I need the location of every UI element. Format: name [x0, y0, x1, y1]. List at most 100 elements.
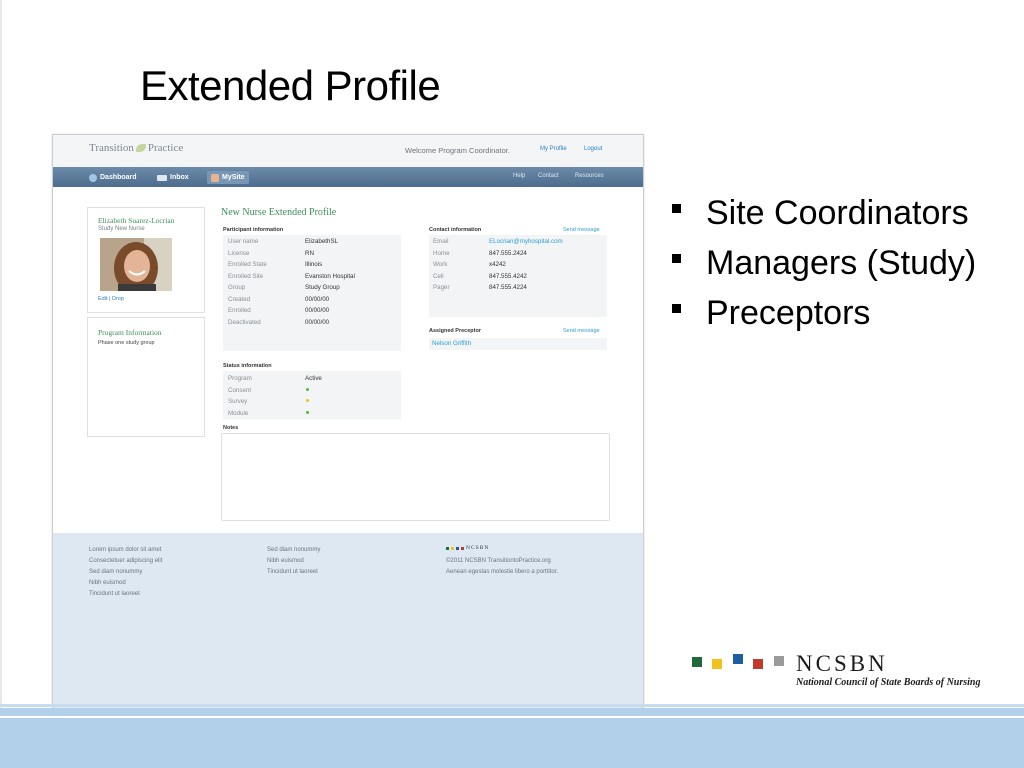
- participant-label: Group: [228, 284, 246, 291]
- slide-left-rule: [0, 0, 2, 768]
- footer-text: Aenean egestas molestie libero a porttit…: [446, 569, 559, 575]
- contact-value: x4242: [489, 261, 506, 268]
- bullet-marker: [672, 254, 681, 263]
- footer-link[interactable]: Lorem ipsum dolor sit amet: [89, 545, 162, 556]
- footer-link[interactable]: Tincidunt ut laoreet: [89, 589, 162, 600]
- nav-mysite-label: MySite: [222, 174, 245, 181]
- contact-send-message-link[interactable]: Send message: [563, 227, 600, 233]
- status-dot-icon: [306, 410, 309, 414]
- footer-link[interactable]: Nibh euismod: [89, 578, 162, 589]
- status-label: Module: [228, 409, 249, 417]
- footer-link[interactable]: Sed diam nonummy: [89, 567, 162, 578]
- participant-label: User name: [228, 238, 259, 245]
- bullet-text: Site Coordinators: [706, 194, 969, 232]
- app-footer: Lorem ipsum dolor sit amet Consectetuer …: [53, 533, 643, 727]
- bullet-marker: [672, 304, 681, 313]
- nav-inbox-label: Inbox: [170, 174, 189, 181]
- bullet-item: Site Coordinators: [672, 192, 1012, 234]
- bottom-band-line: [0, 704, 1024, 707]
- brand-left: Transition: [89, 142, 134, 154]
- status-label: Consent: [228, 386, 252, 394]
- participant-value: 00/00/00: [305, 318, 330, 326]
- ncsbn-subtitle: National Council of State Boards of Nurs…: [796, 677, 981, 688]
- contact-value: 847.555.2424: [489, 249, 527, 257]
- ncsbn-wordmark: NCSBN: [796, 651, 888, 676]
- bottom-band-line: [0, 716, 1024, 718]
- participant-header: Participant information: [223, 227, 284, 233]
- bullet-item: Managers (Study): [672, 242, 1012, 284]
- participant-value: 00/00/00: [305, 307, 330, 314]
- contact-label: Work: [433, 261, 448, 268]
- participant-label: Enrolled State: [228, 261, 267, 268]
- preceptor-send-message-link[interactable]: Send message: [563, 328, 600, 334]
- status-value: Active: [305, 375, 322, 382]
- drop-link[interactable]: Drop: [112, 296, 124, 302]
- inbox-icon: [157, 174, 167, 181]
- footer-copyright: ©2011 NCSBN TransitiontoPractice.org: [446, 558, 551, 564]
- preceptor-name-link[interactable]: Nelson Griffith: [432, 340, 471, 347]
- bullet-text: Preceptors: [706, 294, 871, 332]
- bullet-item: Preceptors: [672, 292, 1012, 334]
- footer-link[interactable]: Tincidunt ut laoreet: [267, 567, 320, 578]
- profile-role: Study New Nurse: [98, 226, 145, 232]
- profile-photo: [100, 238, 172, 291]
- nav-bar: Dashboard Inbox MySite Help Contact Reso…: [53, 167, 643, 187]
- nav-resources[interactable]: Resources: [575, 173, 604, 179]
- footer-col-3: ©2011 NCSBN TransitiontoPractice.org Aen…: [446, 556, 558, 578]
- status-dot-icon: [306, 387, 309, 391]
- participant-value: ElizabethSL: [305, 238, 339, 245]
- contact-header: Contact information: [429, 227, 482, 233]
- contact-value[interactable]: ELocrian@myhospital.com: [489, 238, 563, 245]
- logo-square: [451, 546, 454, 550]
- nav-contact[interactable]: Contact: [538, 173, 559, 179]
- nav-mysite[interactable]: MySite: [207, 171, 249, 184]
- logo-square: [733, 654, 743, 664]
- nav-dashboard[interactable]: Dashboard: [89, 171, 137, 184]
- leaf-icon: [135, 144, 146, 153]
- profile-actions: Edit | Drop: [98, 296, 124, 302]
- logo-square: [461, 546, 464, 550]
- program-title: Program Information: [98, 328, 162, 337]
- program-text: Phase one study group: [98, 340, 155, 346]
- brand-right: Practice: [147, 142, 184, 154]
- nav-help[interactable]: Help: [513, 173, 525, 179]
- edit-link[interactable]: Edit: [98, 296, 107, 302]
- contact-label: Home: [433, 249, 450, 257]
- logo-square: [712, 659, 722, 669]
- participant-label: License: [228, 249, 250, 257]
- footer-col-2: Sed diam nonummy Nibh euismod Tincidunt …: [267, 545, 320, 578]
- app-screenshot: Transition Practice Welcome Program Coord…: [52, 134, 644, 728]
- welcome-text: Welcome Program Coordinator.: [405, 146, 510, 155]
- participant-label: Created: [228, 295, 251, 303]
- footer-logo-text: NCSBN: [466, 545, 490, 551]
- participant-value: Illinois: [305, 261, 323, 268]
- participant-value: RN: [305, 249, 314, 257]
- notes-header: Notes: [223, 425, 239, 431]
- avatar: [100, 238, 172, 291]
- status-header: Status information: [223, 363, 272, 369]
- contact-label: Email: [433, 238, 449, 245]
- participant-label: Deactivated: [228, 318, 261, 326]
- logo-square: [446, 546, 449, 550]
- contact-label: Pager: [433, 284, 450, 291]
- nav-dashboard-label: Dashboard: [100, 174, 137, 181]
- mysite-icon: [211, 173, 219, 182]
- contact-value: 847.555.4224: [489, 284, 527, 291]
- status-label: Survey: [228, 398, 248, 405]
- brand-logo: Transition Practice: [89, 142, 183, 154]
- footer-link[interactable]: Sed diam nonummy: [267, 545, 320, 556]
- bullet-marker: [672, 204, 681, 213]
- footer-link[interactable]: Consectetuer adipiscing elit: [89, 556, 162, 567]
- nav-inbox[interactable]: Inbox: [157, 171, 189, 184]
- bullet-text: Managers (Study): [706, 244, 977, 282]
- logo-square: [774, 656, 784, 666]
- notes-textarea[interactable]: [221, 433, 610, 521]
- logo-square: [692, 657, 702, 667]
- footer-logo: NCSBN: [446, 545, 489, 551]
- preceptor-header: Assigned Preceptor: [429, 328, 481, 334]
- footer-link[interactable]: Nibh euismod: [267, 556, 320, 567]
- profile-name: Elizabeth Suarez-Locrian: [98, 216, 175, 225]
- logout-link[interactable]: Logout: [584, 146, 602, 152]
- my-profile-link[interactable]: My Profile: [540, 146, 567, 152]
- contact-label: Cell: [433, 272, 444, 280]
